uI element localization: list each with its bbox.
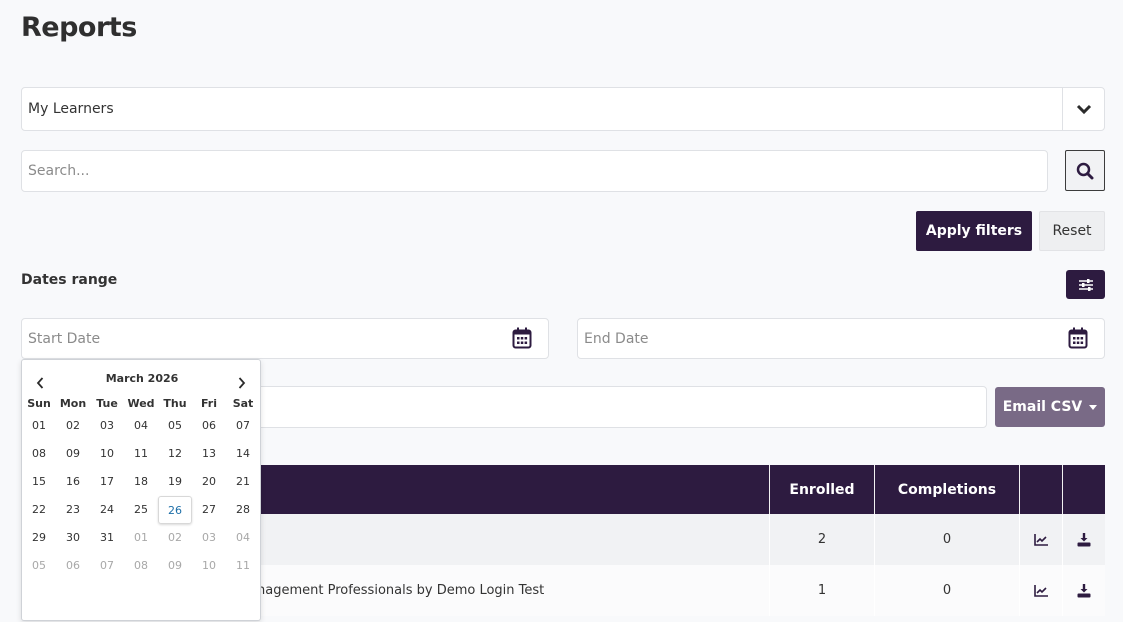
row-completions: 0	[874, 565, 1019, 616]
next-month-button[interactable]	[238, 374, 246, 393]
calendar-day[interactable]: 17	[90, 468, 124, 496]
weekday-label: Sun	[27, 397, 51, 410]
calendar-day[interactable]: 11	[226, 552, 260, 580]
calendar-day[interactable]: 24	[90, 496, 124, 524]
select-toggle-button[interactable]	[1062, 88, 1104, 130]
row-enrolled: 2	[769, 514, 874, 565]
weekday-label: Mon	[59, 397, 87, 410]
weekday-label: Sat	[232, 397, 254, 410]
row-download-button[interactable]	[1062, 514, 1105, 565]
weekday-label: Tue	[96, 397, 118, 410]
calendar-day[interactable]: 01	[124, 524, 158, 552]
search-input[interactable]	[21, 150, 1048, 192]
calendar-day[interactable]: 03	[192, 524, 226, 552]
header-enrolled[interactable]: Enrolled	[769, 465, 874, 514]
caret-down-icon	[1089, 404, 1098, 410]
calendar-month-label: March 2026	[105, 372, 179, 385]
calendar-day[interactable]: 26	[158, 496, 192, 524]
calendar-day[interactable]: 05	[158, 412, 192, 440]
row-download-button[interactable]	[1062, 565, 1105, 616]
start-date-field[interactable]: Start Date	[21, 318, 549, 359]
calendar-day[interactable]: 15	[22, 468, 56, 496]
download-icon	[1077, 583, 1091, 597]
date-picker-popup: March 2026 Sun Mon Tue Wed Thu Fri Sat 01 02 03 04…	[21, 359, 261, 621]
end-date-field[interactable]: End Date	[577, 318, 1105, 359]
calendar-day[interactable]: 09	[158, 552, 192, 580]
calendar-day[interactable]: 19	[158, 468, 192, 496]
report-type-select[interactable]: My Learners	[21, 87, 1105, 131]
calendar-day[interactable]: 10	[90, 440, 124, 468]
calendar-day[interactable]: 16	[56, 468, 90, 496]
weekday-label: Fri	[200, 397, 217, 410]
calendar-day[interactable]: 08	[124, 552, 158, 580]
calendar-day[interactable]: 27	[192, 496, 226, 524]
header-stats-column	[1019, 465, 1062, 514]
header-completions[interactable]: Completions	[874, 465, 1019, 514]
filter-settings-button[interactable]	[1066, 270, 1105, 299]
chart-line-icon	[1034, 533, 1048, 546]
calendar-day[interactable]: 02	[158, 524, 192, 552]
calendar-day[interactable]: 06	[56, 552, 90, 580]
email-csv-button[interactable]: Email CSV	[995, 387, 1105, 427]
chevron-down-icon	[1076, 104, 1091, 115]
calendar-day[interactable]: 23	[56, 496, 90, 524]
calendar-day[interactable]: 21	[226, 468, 260, 496]
calendar-day[interactable]: 12	[158, 440, 192, 468]
calendar-day[interactable]: 20	[192, 468, 226, 496]
page-title: Reports	[21, 12, 137, 43]
dates-range-label: Dates range	[21, 272, 118, 288]
calendar-day[interactable]: 22	[22, 496, 56, 524]
row-stats-button[interactable]	[1019, 565, 1062, 616]
calendar-day[interactable]: 08	[22, 440, 56, 468]
weekday-label: Thu	[163, 397, 187, 410]
calendar-icon[interactable]	[512, 327, 532, 349]
calendar-day[interactable]: 01	[22, 412, 56, 440]
apply-filters-button[interactable]: Apply filters	[916, 211, 1032, 251]
chevron-right-icon	[238, 377, 246, 389]
calendar-day[interactable]: 31	[90, 524, 124, 552]
weekday-label: Wed	[127, 397, 155, 410]
calendar-icon[interactable]	[1068, 327, 1088, 349]
search-button[interactable]	[1065, 150, 1105, 191]
calendar-day[interactable]: 11	[124, 440, 158, 468]
calendar-day[interactable]: 14	[226, 440, 260, 468]
report-type-value: My Learners	[28, 101, 114, 117]
calendar-day[interactable]: 13	[192, 440, 226, 468]
calendar-day[interactable]: 18	[124, 468, 158, 496]
row-name: nagement Professionals by Demo Login Tes…	[257, 583, 545, 598]
row-stats-button[interactable]	[1019, 514, 1062, 565]
row-completions: 0	[874, 514, 1019, 565]
calendar-day[interactable]: 29	[22, 524, 56, 552]
end-date-placeholder: End Date	[584, 331, 649, 347]
calendar-day[interactable]: 04	[226, 524, 260, 552]
calendar-day[interactable]: 02	[56, 412, 90, 440]
calendar-day[interactable]: 30	[56, 524, 90, 552]
calendar-day[interactable]: 09	[56, 440, 90, 468]
sliders-icon	[1078, 278, 1093, 291]
calendar-day[interactable]: 03	[90, 412, 124, 440]
calendar-day[interactable]: 04	[124, 412, 158, 440]
row-enrolled: 1	[769, 565, 874, 616]
header-download-column	[1062, 465, 1105, 514]
email-csv-label: Email CSV	[1002, 399, 1083, 415]
chart-line-icon	[1034, 584, 1048, 597]
calendar-day[interactable]: 25	[124, 496, 158, 524]
reset-button[interactable]: Reset	[1039, 211, 1105, 251]
search-icon	[1076, 162, 1094, 179]
calendar-day[interactable]: 07	[226, 412, 260, 440]
calendar-day[interactable]: 06	[192, 412, 226, 440]
download-icon	[1077, 532, 1091, 546]
calendar-day[interactable]: 05	[22, 552, 56, 580]
start-date-placeholder: Start Date	[28, 331, 101, 347]
calendar-day[interactable]: 28	[226, 496, 260, 524]
calendar-day[interactable]: 10	[192, 552, 226, 580]
calendar-day[interactable]: 07	[90, 552, 124, 580]
